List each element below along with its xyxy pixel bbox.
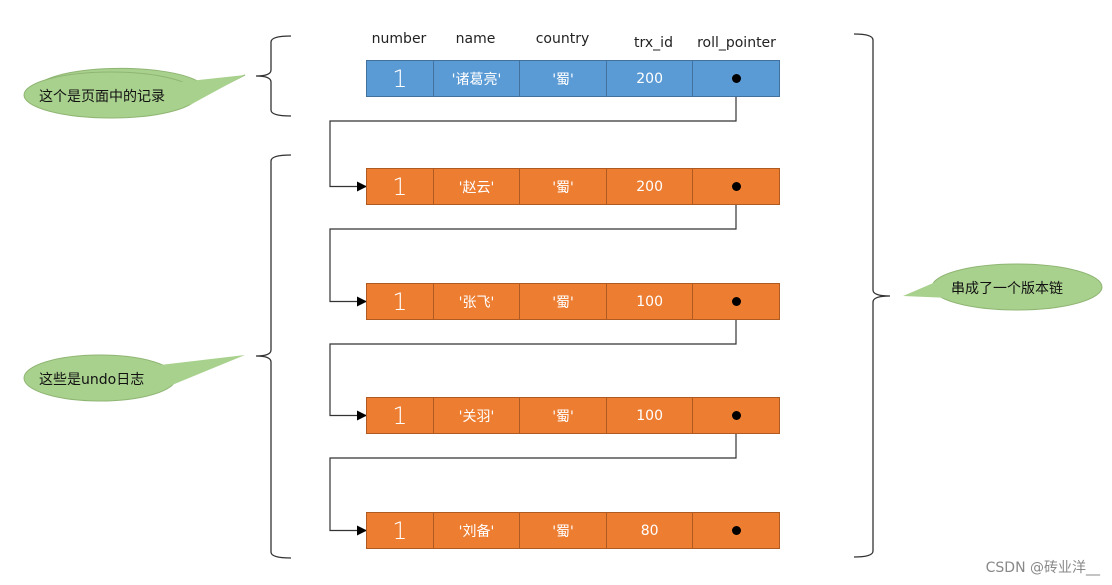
pointer-dot-icon — [731, 74, 741, 83]
cell-name: '诸葛亮' — [432, 61, 520, 96]
column-header-country: country — [535, 31, 590, 47]
cell-roll-pointer — [692, 61, 779, 96]
cell-country: '蜀' — [519, 61, 606, 96]
cell-number: 1 — [392, 172, 408, 201]
cell-number: 1 — [392, 64, 408, 93]
callout-undo-log-tail — [160, 355, 245, 385]
brace-page-record — [255, 35, 292, 117]
callout-version-chain-tail — [903, 278, 950, 298]
brace-undo-log — [255, 154, 292, 559]
cell-roll-pointer — [692, 169, 779, 204]
pointer-dot-icon — [731, 411, 741, 420]
brace-version-chain — [853, 33, 891, 558]
cell-roll-pointer — [692, 284, 779, 319]
callout-version-chain-text: 串成了一个版本链 — [951, 281, 1063, 297]
cell-roll-pointer — [692, 513, 779, 548]
undo-record-row: 1 '张飞' '蜀' 100 — [366, 283, 780, 320]
column-header-trx-id: trx_id — [634, 35, 673, 51]
cell-name: '关羽' — [432, 398, 520, 433]
undo-record-row: 1 '刘备' '蜀' 80 — [366, 512, 780, 549]
undo-record-row: 1 '关羽' '蜀' 100 — [366, 397, 780, 434]
cell-country: '蜀' — [519, 169, 606, 204]
pointer-dot-icon — [731, 526, 741, 535]
cell-roll-pointer — [692, 398, 779, 433]
cell-name: '张飞' — [432, 284, 520, 319]
callout-undo-log-text: 这些是undo日志 — [39, 372, 145, 388]
undo-record-row: 1 '赵云' '蜀' 200 — [366, 168, 780, 205]
cell-name: '赵云' — [432, 169, 520, 204]
cell-trx-id: 200 — [605, 169, 693, 204]
cell-trx-id: 100 — [605, 398, 693, 433]
pointer-dot-icon — [731, 182, 741, 191]
current-record-row: 1 '诸葛亮' '蜀' 200 — [366, 60, 780, 97]
cell-number: 1 — [392, 287, 408, 316]
column-header-name: name — [455, 31, 496, 47]
column-header-number: number — [371, 31, 427, 47]
cell-country: '蜀' — [519, 513, 606, 548]
column-header-roll-pointer: roll_pointer — [697, 35, 776, 51]
cell-country: '蜀' — [519, 284, 606, 319]
cell-country: '蜀' — [519, 398, 606, 433]
cell-number: 1 — [392, 516, 408, 545]
cell-trx-id: 100 — [605, 284, 693, 319]
cell-trx-id: 200 — [605, 61, 693, 96]
callout-page-record-text: 这个是页面中的记录 — [39, 89, 165, 105]
pointer-dot-icon — [731, 297, 741, 306]
cell-name: '刘备' — [432, 513, 520, 548]
watermark: CSDN @砖业洋__ — [985, 560, 1100, 576]
cell-trx-id: 80 — [605, 513, 693, 548]
cell-number: 1 — [392, 401, 408, 430]
